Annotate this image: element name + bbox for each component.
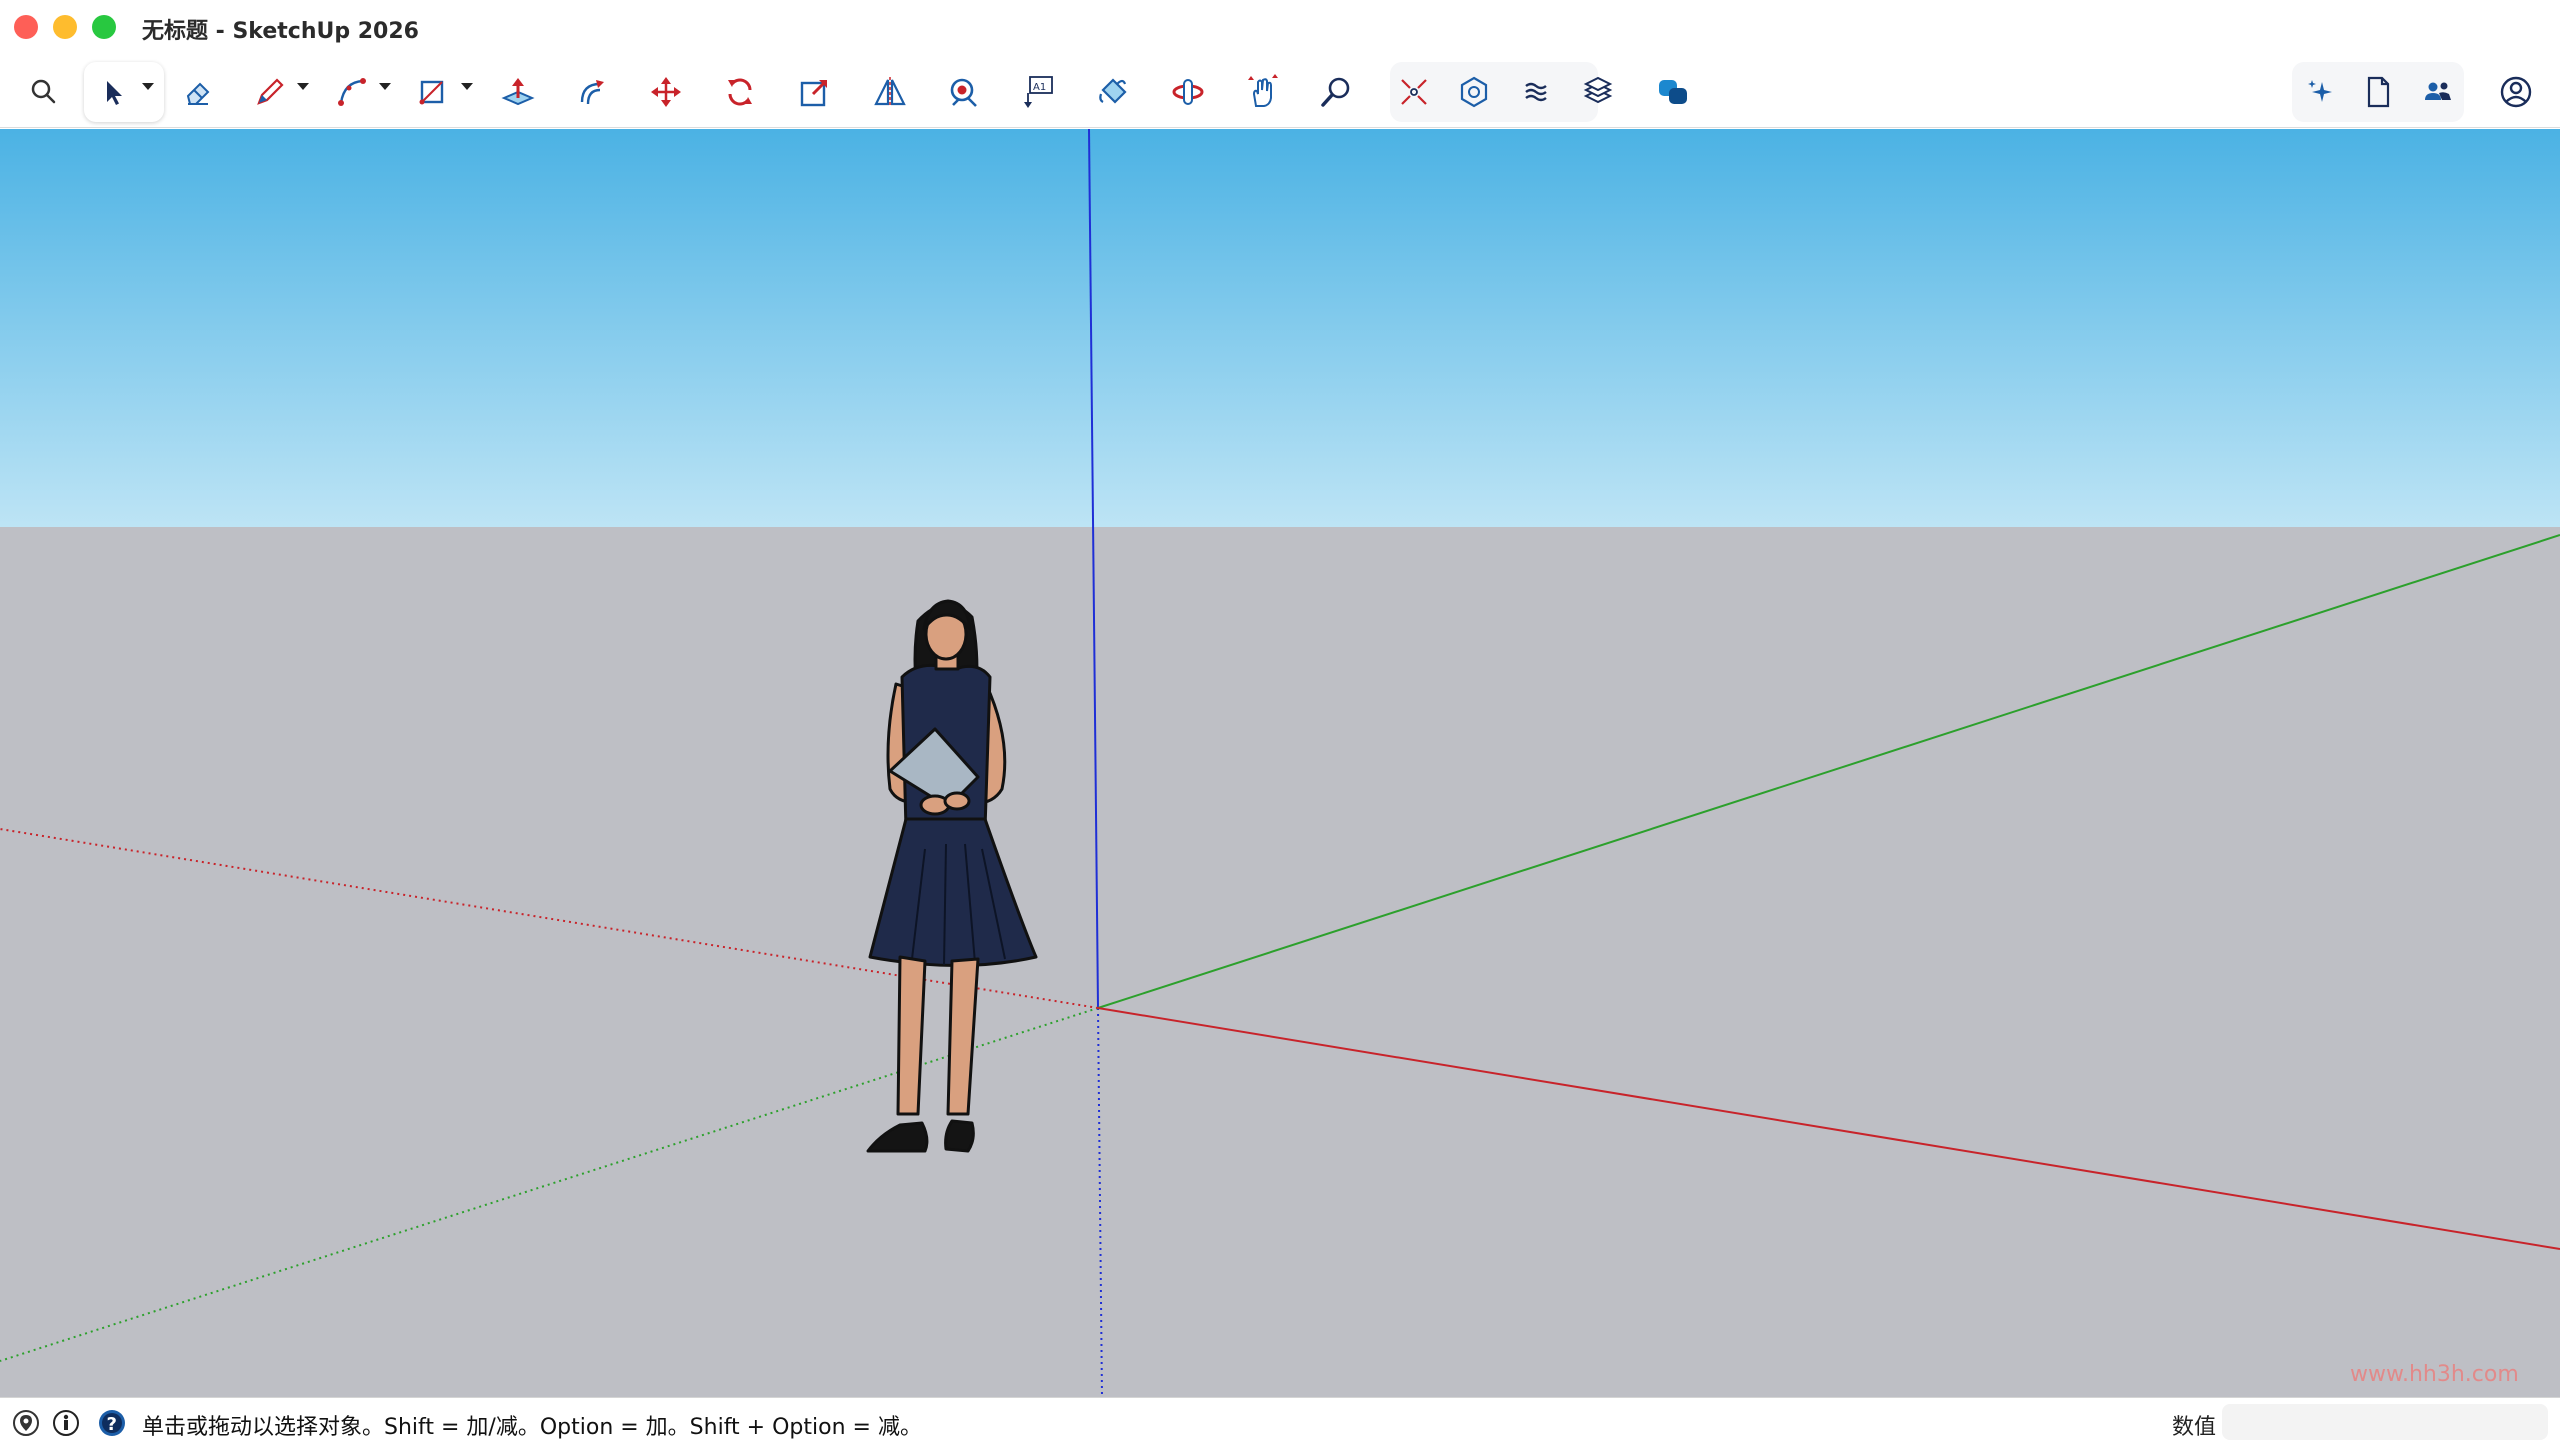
- minimize-window-button[interactable]: [53, 15, 77, 39]
- ground-plane: [0, 527, 2560, 1397]
- paint-bucket-icon[interactable]: [1085, 64, 1141, 120]
- svg-text:?: ?: [107, 1414, 117, 1435]
- arc-dropdown-arrow[interactable]: [379, 83, 391, 90]
- measurements-label: 数值: [2172, 1415, 2217, 1440]
- zoom-extents-icon[interactable]: [1386, 64, 1442, 120]
- orbit-icon[interactable]: [1160, 64, 1216, 120]
- collaborators-icon[interactable]: [2410, 64, 2466, 120]
- select-dropdown-arrow[interactable]: [142, 83, 154, 90]
- arc-icon[interactable]: [324, 64, 380, 120]
- pencil-icon[interactable]: [242, 64, 298, 120]
- select-icon[interactable]: [86, 64, 142, 120]
- window-title: 无标题 - SketchUp 2026: [142, 19, 419, 44]
- title-bar: 无标题 - SketchUp 2026: [0, 0, 2560, 56]
- rectangle-dropdown-arrow[interactable]: [461, 83, 473, 90]
- line-dropdown-arrow[interactable]: [297, 83, 309, 90]
- svg-text:A1: A1: [1033, 82, 1046, 93]
- rotate-icon[interactable]: [712, 64, 768, 120]
- text-icon[interactable]: A1: [1010, 64, 1066, 120]
- zoom-icon[interactable]: [1308, 64, 1364, 120]
- move-icon[interactable]: [638, 64, 694, 120]
- styles-icon[interactable]: [1508, 64, 1564, 120]
- search-icon[interactable]: [16, 64, 72, 120]
- credits-icon[interactable]: [52, 1409, 80, 1437]
- components-icon[interactable]: [1446, 64, 1502, 120]
- account-icon[interactable]: [2488, 64, 2544, 120]
- status-bar: ? 单击或拖动以选择对象。Shift = 加/减。Option = 加。Shif…: [0, 1397, 2560, 1446]
- modeling-viewport[interactable]: [0, 129, 2560, 1397]
- geolocation-icon[interactable]: [12, 1409, 40, 1437]
- status-message: 单击或拖动以选择对象。Shift = 加/减。Option = 加。Shift …: [142, 1415, 922, 1440]
- maximize-window-button[interactable]: [92, 15, 116, 39]
- extensions-icon[interactable]: [1645, 64, 1701, 120]
- main-toolbar: A1: [0, 56, 2560, 128]
- tape-measure-icon[interactable]: [936, 64, 992, 120]
- eraser-icon[interactable]: [170, 64, 226, 120]
- rectangle-icon[interactable]: [404, 64, 460, 120]
- ai-sparkle-icon[interactable]: [2292, 64, 2348, 120]
- document-icon[interactable]: [2350, 64, 2406, 120]
- help-icon[interactable]: ?: [98, 1409, 126, 1437]
- pan-icon[interactable]: [1234, 64, 1290, 120]
- watermark: www.hh3h.com: [2350, 1362, 2519, 1387]
- flip-icon[interactable]: [862, 64, 918, 120]
- layers-icon[interactable]: [1570, 64, 1626, 120]
- offset-icon[interactable]: [564, 64, 620, 120]
- scale-icon[interactable]: [787, 64, 843, 120]
- sky: [0, 129, 2560, 527]
- close-window-button[interactable]: [14, 15, 38, 39]
- measurements-input[interactable]: [2222, 1404, 2548, 1440]
- push-pull-icon[interactable]: [490, 64, 546, 120]
